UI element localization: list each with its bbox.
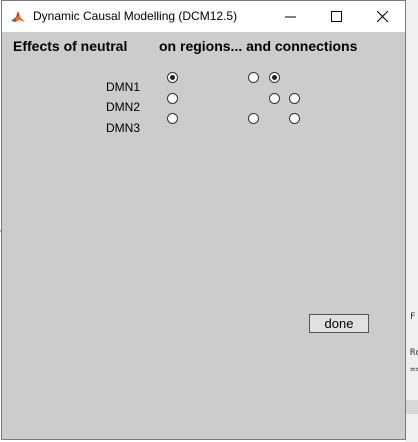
title-bar[interactable]: Dynamic Causal Modelling (DCM12.5) <box>2 1 405 32</box>
background-text-fragment: F <box>410 312 416 322</box>
connection-radio-dmn3-col3[interactable] <box>289 113 300 124</box>
window-title: Dynamic Causal Modelling (DCM12.5) <box>33 9 238 23</box>
background-text-fragment: == <box>410 365 418 375</box>
effects-heading: Effects of neutral <box>13 38 128 54</box>
minimize-button[interactable] <box>268 1 314 32</box>
regions-connections-heading: on regions... and connections <box>159 38 358 54</box>
done-button[interactable]: done <box>309 314 369 333</box>
region-radio-dmn3[interactable] <box>167 113 178 124</box>
row-label-dmn1: DMN1 <box>105 80 140 94</box>
background-text-fragment: Ro <box>410 348 418 358</box>
dialog-client-area: Effects of neutral on regions... and con… <box>2 32 405 439</box>
background-window <box>405 0 418 442</box>
region-radio-dmn1[interactable] <box>167 72 178 83</box>
row-label-dmn2: DMN2 <box>105 100 140 114</box>
connection-radio-dmn2-col2[interactable] <box>269 93 280 104</box>
close-button[interactable] <box>360 1 406 32</box>
dcm-window: Dynamic Causal Modelling (DCM12.5) Effec… <box>1 0 406 440</box>
connection-radio-dmn1-col1[interactable] <box>248 72 259 83</box>
minimize-icon <box>285 16 296 18</box>
connection-radio-dmn2-col3[interactable] <box>289 93 300 104</box>
background-scrollbar <box>406 400 418 414</box>
connection-radio-dmn1-col2[interactable] <box>269 72 280 83</box>
row-label-dmn3: DMN3 <box>105 121 140 135</box>
close-icon <box>377 11 389 23</box>
maximize-icon <box>331 11 342 22</box>
connection-radio-dmn3-col1[interactable] <box>248 113 259 124</box>
maximize-button[interactable] <box>314 1 360 32</box>
matlab-icon <box>10 9 26 25</box>
region-radio-dmn2[interactable] <box>167 93 178 104</box>
